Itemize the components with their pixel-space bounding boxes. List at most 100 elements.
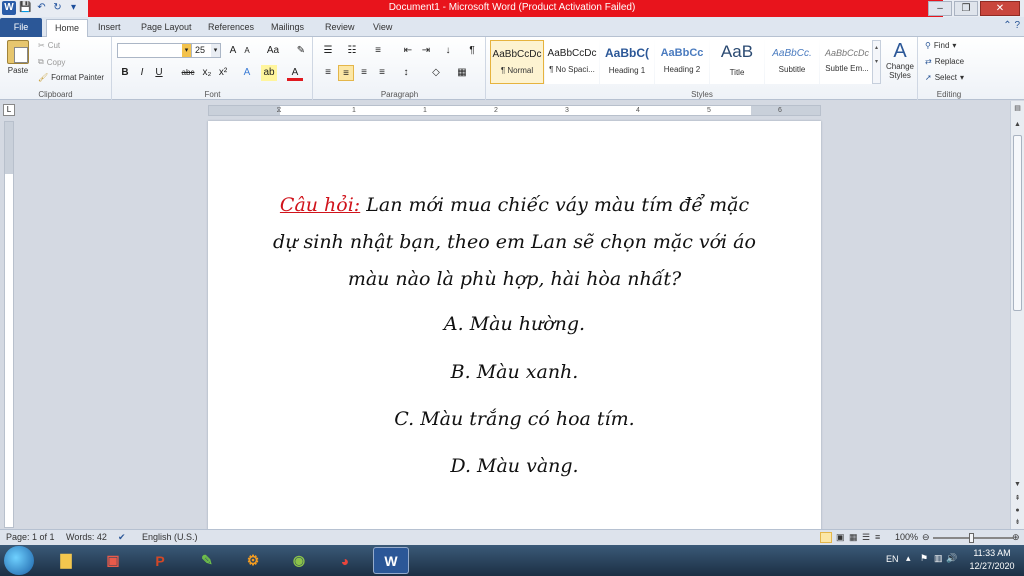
change-styles-button[interactable]: A Change Styles [884,41,916,80]
zoom-slider-knob[interactable] [969,533,974,543]
network-icon[interactable]: ▥ [934,553,943,564]
full-screen-view-icon[interactable]: ▣ [836,532,845,543]
bittorrent-icon[interactable]: ◉ [281,547,317,574]
shrink-font-button[interactable]: A [239,43,255,59]
tab-review[interactable]: Review [317,19,363,37]
save-icon[interactable]: 💾 [19,1,32,15]
answer-a[interactable]: A. Màu hường. [208,313,821,335]
outline-view-icon[interactable]: ☰ [862,532,870,543]
scroll-thumb[interactable] [1013,135,1022,311]
bold-button[interactable]: B [117,65,133,81]
style-title[interactable]: AaB Title [710,40,764,84]
volume-icon[interactable]: 🔊 [946,553,957,564]
powerpoint-icon[interactable]: P [142,547,178,574]
replace-button[interactable]: ⇄ Replace [925,57,964,66]
format-painter-button[interactable]: 🖌 Format Painter [38,73,104,82]
clock-date[interactable]: 12/27/2020 [966,561,1018,571]
text-effects-button[interactable]: A [239,65,255,81]
multilevel-list-button[interactable]: ≡ [370,43,386,59]
next-page-icon[interactable]: ⇟ [1011,517,1024,529]
align-center-button[interactable]: ≡ [338,65,354,81]
minimize-button[interactable]: – [928,1,952,16]
strikethrough-button[interactable]: abc [177,65,199,81]
sort-button[interactable]: ↓ [440,43,456,59]
font-color-button[interactable]: A [287,65,303,81]
print-layout-view-icon[interactable] [820,532,832,543]
tab-selector[interactable]: L [3,104,15,116]
browse-object-icon[interactable]: ● [1011,505,1024,517]
answer-d[interactable]: D. Màu vàng. [208,455,821,477]
previous-page-icon[interactable]: ⇞ [1011,493,1024,505]
tab-page-layout[interactable]: Page Layout [133,19,200,37]
clock-time[interactable]: 11:33 AM [966,548,1018,558]
notepad-icon[interactable]: ✎ [189,547,225,574]
close-button[interactable]: ✕ [980,1,1020,16]
page-count[interactable]: Page: 1 of 1 [6,532,55,542]
underline-button[interactable]: U [151,65,167,81]
tab-mailings[interactable]: Mailings [263,19,312,37]
undo-icon[interactable]: ↶ [35,1,48,15]
word-count[interactable]: Words: 42 [66,532,107,542]
shading-button[interactable]: ◇ [428,65,444,81]
find-button[interactable]: ⚲ Find ▾ [925,41,956,50]
highlight-button[interactable]: ab [261,65,277,81]
bullets-button[interactable]: ☰ [320,43,336,59]
zoom-level[interactable]: 100% [895,532,918,542]
styles-gallery-scroll[interactable]: ▴ ▾ [872,40,881,84]
settings-icon[interactable]: ⚙ [235,547,271,574]
justify-button[interactable]: ≡ [374,65,390,81]
vertical-ruler[interactable] [4,121,14,528]
word-taskbar-icon[interactable]: W [373,547,409,574]
align-right-button[interactable]: ≡ [356,65,372,81]
explorer-icon[interactable]: ▇ [48,547,84,574]
cut-button[interactable]: ✂ Cut [38,41,60,50]
scroll-up-arrow[interactable]: ▲ [1011,119,1024,131]
superscript-button[interactable]: x² [215,65,231,81]
style-normal[interactable]: AaBbCcDc ¶ Normal [490,40,544,84]
customize-qat-icon[interactable]: ▾ [67,1,80,15]
answer-b[interactable]: B. Màu xanh. [208,361,821,383]
document-page[interactable]: Câu hỏi: Lan mới mua chiếc váy màu tím đ… [208,121,821,529]
tab-home[interactable]: Home [46,19,89,38]
copy-button[interactable]: ⧉ Copy [38,57,65,67]
style-no-spacing[interactable]: AaBbCcDc ¶ No Spaci... [545,40,599,84]
language-indicator[interactable]: English (U.S.) [142,532,198,542]
scroll-down-arrow[interactable]: ▼ [1011,479,1024,491]
redo-icon[interactable]: ↻ [51,1,64,15]
proofing-icon[interactable]: ✔ [118,532,126,543]
zoom-out-icon[interactable]: ⊖ [922,532,930,543]
question-paragraph[interactable]: Câu hỏi: Lan mới mua chiếc váy màu tím đ… [268,187,761,298]
decrease-indent-button[interactable]: ⇤ [400,43,416,59]
subscript-button[interactable]: x₂ [199,65,215,81]
tab-file[interactable]: File [0,18,42,37]
answer-c[interactable]: C. Màu trắng có hoa tím. [208,408,821,430]
tab-view[interactable]: View [365,19,400,37]
style-heading-2[interactable]: AaBbCc Heading 2 [655,40,709,84]
tab-references[interactable]: References [200,19,262,37]
select-button[interactable]: ➚ Select ▾ [925,73,964,82]
ruler-toggle-icon[interactable]: ▤ [1011,103,1024,115]
chrome-icon[interactable]: ◕ [327,547,363,574]
language-tray[interactable]: EN [886,554,899,564]
document-area[interactable]: Câu hỏi: Lan mới mua chiếc váy màu tím đ… [16,119,1010,529]
style-subtitle[interactable]: AaBbCc. Subtitle [765,40,819,84]
change-case-button[interactable]: Aa [263,43,283,59]
align-left-button[interactable]: ≡ [320,65,336,81]
tab-insert[interactable]: Insert [90,19,129,37]
increase-indent-button[interactable]: ⇥ [418,43,434,59]
zoom-slider[interactable] [933,533,1013,543]
style-subtle-emphasis[interactable]: AaBbCcDc Subtle Em... [820,40,874,84]
zoom-in-icon[interactable]: ⊕ [1012,532,1020,543]
restore-button[interactable]: ❐ [954,1,978,16]
help-icon[interactable]: ⌃ ? [1003,20,1020,31]
horizontal-ruler[interactable]: ⧖ 1 1 2 3 4 5 6 [208,105,821,116]
italic-button[interactable]: I [134,65,150,81]
start-button[interactable] [4,546,34,575]
indent-marker[interactable]: ⧖ [275,106,283,115]
style-heading-1[interactable]: AaBbC( Heading 1 [600,40,654,84]
borders-button[interactable]: ▦ [454,65,470,81]
show-formatting-marks-button[interactable]: ¶ [464,43,480,59]
clear-formatting-button[interactable]: ✎ [293,43,309,59]
draft-view-icon[interactable]: ≡ [875,532,880,542]
tray-expand-icon[interactable]: ▴ [906,553,911,564]
